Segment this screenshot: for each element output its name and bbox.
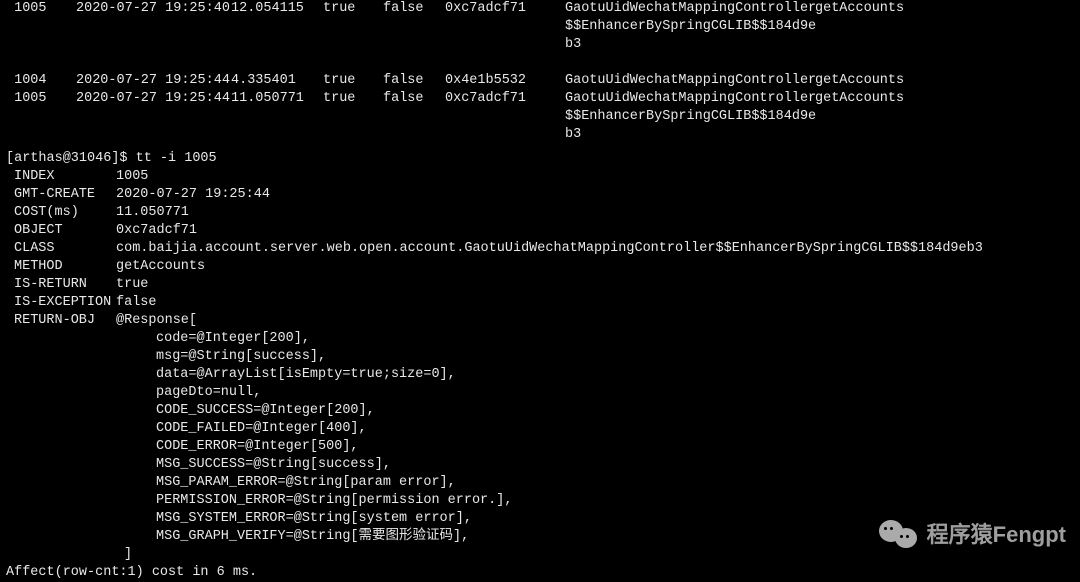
table-row: 10052020-07-27 19:25:4012.054115truefals… [6,0,1074,18]
table-row: 10052020-07-27 19:25:4411.050771truefals… [6,90,1074,108]
return-obj-close: ] [6,546,1074,564]
shell-prompt[interactable]: [arthas@31046]$ tt -i 1005 [6,150,1074,168]
trace-table: 10052020-07-27 19:25:4012.054115truefals… [6,0,1074,144]
kv-is-return: IS-RETURNtrue [6,276,1074,294]
return-obj-line: CODE_FAILED=@Integer[400], [6,420,1074,438]
return-obj-body: code=@Integer[200],msg=@String[success],… [6,330,1074,546]
return-obj-line: msg=@String[success], [6,348,1074,366]
return-obj-line: pageDto=null, [6,384,1074,402]
table-row-extra: $$EnhancerBySpringCGLIB$$184d9e [6,18,1074,36]
kv-return-obj: RETURN-OBJ@Response[ [6,312,1074,330]
kv-method: METHODgetAccounts [6,258,1074,276]
affect-footer: Affect(row-cnt:1) cost in 6 ms. [6,564,1074,582]
table-row-extra: b3 [6,126,1074,144]
kv-index: INDEX1005 [6,168,1074,186]
return-obj-line: PERMISSION_ERROR=@String[permission erro… [6,492,1074,510]
kv-cost: COST(ms)11.050771 [6,204,1074,222]
return-obj-line: MSG_SYSTEM_ERROR=@String[system error], [6,510,1074,528]
table-row-extra: $$EnhancerBySpringCGLIB$$184d9e [6,108,1074,126]
return-obj-line: MSG_GRAPH_VERIFY=@String[需要图形验证码], [6,528,1074,546]
kv-is-exception: IS-EXCEPTIONfalse [6,294,1074,312]
kv-class: CLASScom.baijia.account.server.web.open.… [6,240,1074,258]
kv-gmt-create: GMT-CREATE2020-07-27 19:25:44 [6,186,1074,204]
return-obj-line: CODE_ERROR=@Integer[500], [6,438,1074,456]
prompt-command: tt -i 1005 [136,150,217,168]
table-row: 10042020-07-27 19:25:444.335401truefalse… [6,72,1074,90]
return-obj-line: MSG_PARAM_ERROR=@String[param error], [6,474,1074,492]
return-obj-line: code=@Integer[200], [6,330,1074,348]
kv-object: OBJECT0xc7adcf71 [6,222,1074,240]
table-row-extra: b3 [6,36,1074,54]
return-obj-line: data=@ArrayList[isEmpty=true;size=0], [6,366,1074,384]
return-obj-line: MSG_SUCCESS=@String[success], [6,456,1074,474]
prompt-user: [arthas@31046]$ [6,150,136,168]
return-obj-line: CODE_SUCCESS=@Integer[200], [6,402,1074,420]
